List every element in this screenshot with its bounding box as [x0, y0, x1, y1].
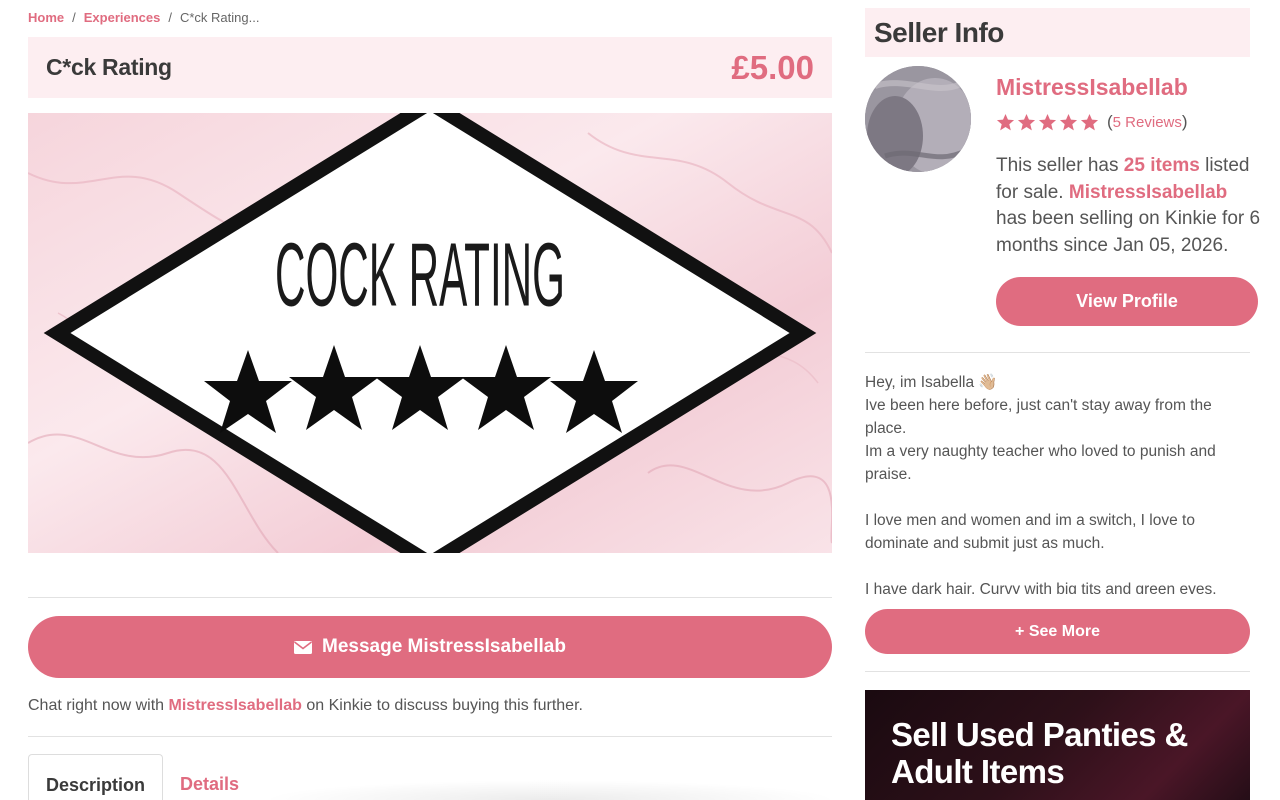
message-seller-button[interactable]: Message MistressIsabellab: [28, 616, 832, 678]
message-seller-label: Message MistressIsabellab: [322, 636, 566, 657]
seller-summary-name-link[interactable]: MistressIsabellab: [1069, 182, 1227, 203]
product-image-caption: COCK RATING: [275, 225, 565, 325]
chat-seller-link[interactable]: MistressIsabellab: [169, 697, 302, 714]
view-profile-button[interactable]: View Profile: [996, 277, 1258, 326]
seller-items-link[interactable]: 25 items: [1124, 155, 1200, 176]
seller-avatar[interactable]: [865, 66, 971, 172]
chat-note-prefix: Chat right now with: [28, 697, 165, 714]
seller-rating: (5 Reviews): [996, 112, 1188, 132]
reviews-link[interactable]: 5 Reviews: [1113, 114, 1182, 131]
seller-info-heading: Seller Info: [874, 16, 1004, 48]
product-title: C*ck Rating: [46, 54, 172, 80]
breadcrumb-category-link[interactable]: Experiences: [84, 10, 161, 25]
tab-description[interactable]: Description: [28, 754, 164, 800]
divider: [865, 671, 1250, 672]
content-fade-shadow: [260, 780, 840, 800]
breadcrumb-separator: /: [168, 10, 172, 25]
star-icon: [1059, 113, 1078, 130]
product-image[interactable]: COCK RATING: [28, 113, 832, 553]
seller-summary-text: has been selling on Kinkie for 6 months …: [996, 208, 1261, 256]
divider: [865, 352, 1250, 353]
promo-title: Sell Used Panties & Adult Items: [891, 716, 1188, 790]
seller-summary-text: This seller has: [996, 155, 1119, 176]
divider: [28, 597, 832, 598]
star-icon: [996, 113, 1015, 130]
envelope-icon: [294, 640, 313, 654]
star-icon: [1080, 113, 1099, 130]
star-icon: [1038, 113, 1057, 130]
tab-details[interactable]: Details: [163, 754, 256, 800]
product-tabs: Description Details: [28, 754, 256, 800]
seller-name-link[interactable]: MistressIsabellab: [996, 74, 1188, 101]
chat-note-suffix: on Kinkie to discuss buying this further…: [306, 697, 583, 714]
seller-info-header: Seller Info: [865, 8, 1250, 57]
breadcrumb-home-link[interactable]: Home: [28, 10, 64, 25]
breadcrumb-separator: /: [72, 10, 76, 25]
product-price: £5.00: [731, 48, 814, 86]
breadcrumb: Home / Experiences / C*ck Rating...: [28, 10, 259, 25]
seller-summary: This seller has 25 items listed for sale…: [996, 153, 1261, 259]
star-icon: [1017, 113, 1036, 130]
chat-note: Chat right now with MistressIsabellab on…: [28, 697, 583, 715]
seller-bio-text: Hey, im Isabella 👋🏼 Ive been here before…: [865, 374, 1217, 594]
reviews-count: (5 Reviews): [1107, 112, 1188, 131]
promo-banner[interactable]: Sell Used Panties & Adult Items: [865, 690, 1250, 800]
breadcrumb-current: C*ck Rating...: [179, 10, 260, 25]
product-title-bar: C*ck Rating £5.00: [28, 37, 832, 98]
see-more-button[interactable]: + See More: [865, 609, 1250, 654]
seller-bio: Hey, im Isabella 👋🏼 Ive been here before…: [865, 371, 1250, 594]
divider: [28, 736, 832, 737]
